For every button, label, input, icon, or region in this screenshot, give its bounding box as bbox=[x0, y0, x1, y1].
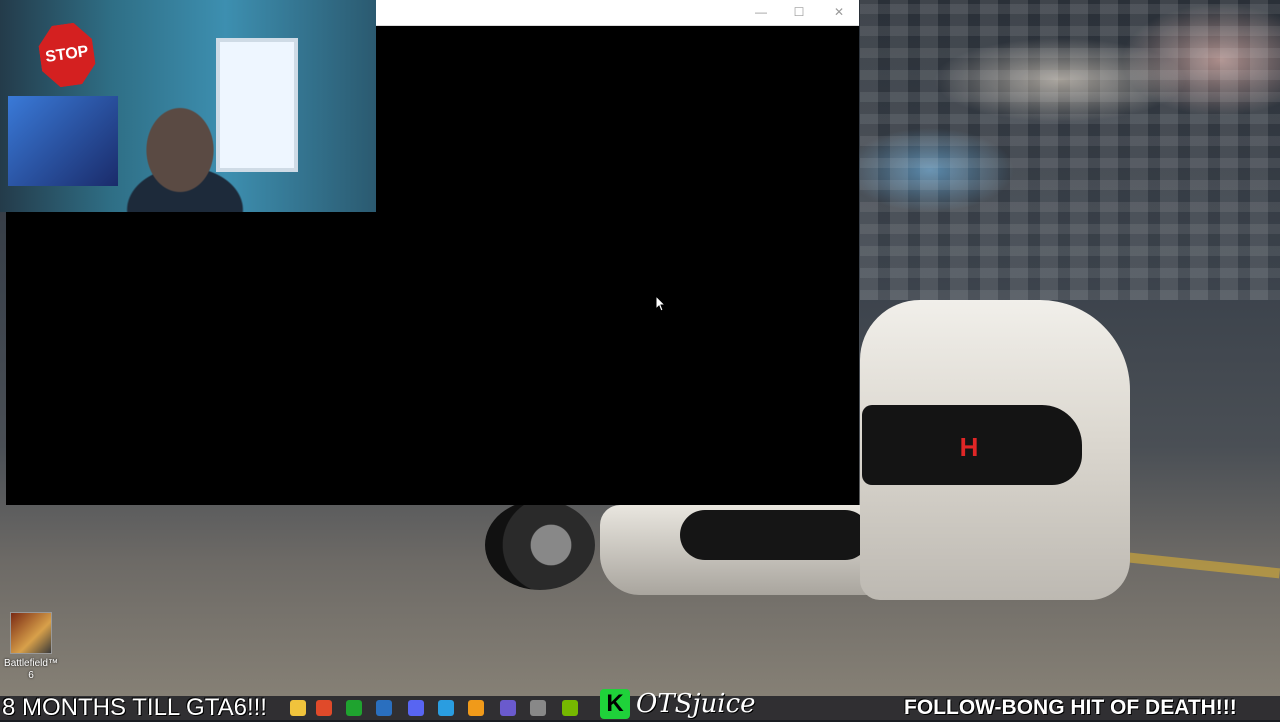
minimize-button[interactable]: — bbox=[742, 0, 780, 25]
app-icon[interactable] bbox=[500, 700, 516, 716]
chrome-icon[interactable] bbox=[316, 700, 332, 716]
ticker-right: FOLLOW-BONG HIT OF DEATH!!! bbox=[904, 696, 1237, 719]
brand-badge: K bbox=[600, 689, 630, 719]
aegis-icon[interactable] bbox=[468, 700, 484, 716]
brand-name: OTSjuice bbox=[636, 689, 756, 719]
obs-icon[interactable] bbox=[530, 700, 546, 716]
stop-sign: STOP bbox=[36, 21, 98, 90]
discord-icon[interactable] bbox=[408, 700, 424, 716]
road-marking bbox=[1119, 551, 1280, 579]
close-button[interactable]: ✕ bbox=[820, 0, 858, 25]
room-monitor bbox=[8, 96, 118, 186]
nvidia-icon[interactable] bbox=[562, 700, 578, 716]
desktop-icon-label: Battlefield™ 6 bbox=[4, 658, 58, 681]
file-explorer-icon[interactable] bbox=[290, 700, 306, 716]
capture-black-area bbox=[6, 212, 376, 505]
webcam-overlay: STOP bbox=[0, 0, 376, 212]
window-titlebar[interactable]: — ☐ ✕ bbox=[376, 0, 859, 26]
car-air-intake bbox=[680, 510, 870, 560]
desktop-icon-battlefield[interactable]: Battlefield™ 6 bbox=[0, 610, 62, 681]
city-buildings bbox=[860, 0, 1280, 300]
car-logo: H bbox=[959, 432, 979, 462]
battlefield-icon bbox=[10, 612, 52, 654]
room-window bbox=[216, 38, 298, 172]
xbox-icon[interactable] bbox=[346, 700, 362, 716]
mouse-cursor-icon bbox=[656, 296, 666, 312]
skype-icon[interactable] bbox=[438, 700, 454, 716]
brand-watermark: K OTSjuice bbox=[600, 688, 756, 720]
app-window[interactable]: — ☐ ✕ bbox=[376, 0, 859, 505]
maximize-button[interactable]: ☐ bbox=[780, 0, 818, 25]
car-wheel bbox=[485, 500, 595, 590]
steam-icon[interactable] bbox=[376, 700, 392, 716]
ticker-left: 8 MONTHS TILL GTA6!!! bbox=[2, 694, 267, 721]
